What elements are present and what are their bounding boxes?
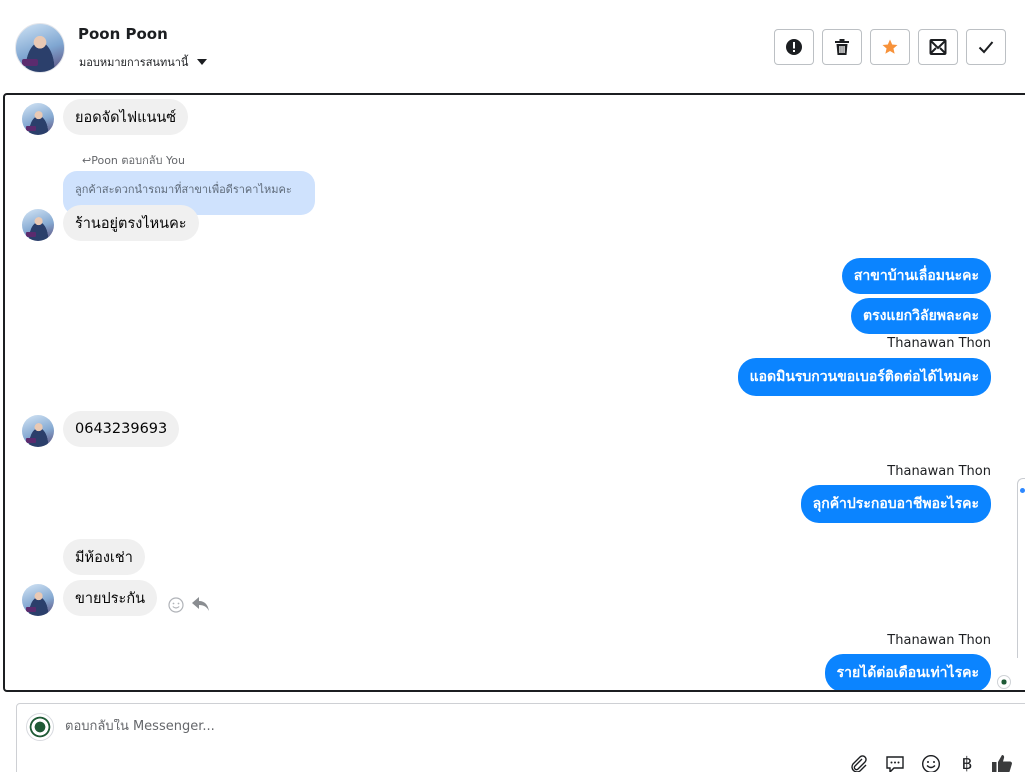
emoji-button[interactable] bbox=[919, 752, 943, 772]
sender-name: Thanawan Thon bbox=[887, 464, 991, 479]
envelope-icon bbox=[929, 39, 947, 55]
seen-avatar-icon bbox=[997, 675, 1011, 689]
contact-avatar[interactable] bbox=[15, 23, 65, 73]
caret-down-icon bbox=[197, 59, 208, 65]
contact-avatar-small bbox=[22, 209, 54, 241]
chat-bubble-icon bbox=[886, 756, 904, 772]
smiley-icon bbox=[922, 755, 940, 772]
react-smiley-icon[interactable] bbox=[168, 597, 184, 613]
outgoing-message[interactable]: รายได้ต่อเดือนเท่าไรคะ bbox=[824, 654, 991, 690]
incoming-message[interactable]: ร้านอยู่ตรงไหนคะ bbox=[63, 205, 199, 241]
contact-avatar-small bbox=[22, 103, 54, 135]
sender-name: Thanawan Thon bbox=[887, 336, 991, 351]
conversation-actions bbox=[774, 29, 1006, 65]
payment-button[interactable]: ฿ bbox=[955, 752, 979, 772]
trash-icon bbox=[835, 39, 849, 55]
reply-composer: ฿ bbox=[16, 703, 1025, 772]
assign-label: มอบหมายการสนทนานี้ bbox=[79, 56, 189, 69]
paperclip-icon bbox=[851, 755, 867, 772]
outgoing-message[interactable]: แอดมินรบกวนขอเบอร์ติดต่อได้ไหมคะ bbox=[737, 358, 991, 396]
reply-input[interactable] bbox=[65, 719, 665, 734]
contact-name[interactable]: Poon Poon bbox=[78, 25, 168, 43]
outgoing-message[interactable]: สาขาบ้านเลื่อมนะคะ bbox=[841, 258, 991, 294]
delete-button[interactable] bbox=[822, 29, 862, 65]
baht-icon: ฿ bbox=[961, 754, 973, 772]
sender-name: Thanawan Thon bbox=[887, 633, 991, 648]
check-icon bbox=[978, 41, 994, 54]
conversation-header: Poon Poon มอบหมายการสนทนานี้ bbox=[0, 0, 1025, 92]
alert-circle-icon bbox=[786, 39, 802, 55]
page-avatar bbox=[26, 713, 54, 741]
side-panel-edge[interactable] bbox=[1017, 478, 1025, 658]
assign-conversation-dropdown[interactable]: มอบหมายการสนทนานี้ bbox=[79, 53, 208, 71]
contact-avatar-small bbox=[22, 584, 54, 616]
status-dot bbox=[1020, 488, 1025, 493]
message-thread[interactable]: ยอดจัดไฟแนนซ์ ↩Poon ตอบกลับ You ลูกค้าสะ… bbox=[3, 93, 1025, 692]
incoming-message[interactable]: 0643239693 bbox=[63, 411, 180, 447]
thumbs-up-icon bbox=[992, 755, 1012, 772]
saved-replies-button[interactable] bbox=[883, 752, 907, 772]
outgoing-message[interactable]: ลุกค้าประกอบอาชีพอะไรคะ bbox=[800, 485, 991, 523]
mark-unread-button[interactable] bbox=[918, 29, 958, 65]
spam-button[interactable] bbox=[774, 29, 814, 65]
reply-indicator: ↩Poon ตอบกลับ You bbox=[82, 154, 185, 167]
done-button[interactable] bbox=[966, 29, 1006, 65]
like-button[interactable] bbox=[990, 752, 1014, 772]
attach-button[interactable] bbox=[847, 752, 871, 772]
incoming-message[interactable]: มีห้องเช่า bbox=[63, 539, 145, 575]
star-icon bbox=[882, 39, 898, 54]
outgoing-message[interactable]: ตรงแยกวิลัยพละคะ bbox=[850, 298, 991, 334]
incoming-message[interactable]: ขายประกัน bbox=[63, 580, 158, 616]
incoming-message[interactable]: ยอดจัดไฟแนนซ์ bbox=[63, 99, 189, 135]
contact-avatar-small bbox=[22, 415, 54, 447]
reply-arrow-icon[interactable] bbox=[191, 595, 211, 613]
star-button[interactable] bbox=[870, 29, 910, 65]
